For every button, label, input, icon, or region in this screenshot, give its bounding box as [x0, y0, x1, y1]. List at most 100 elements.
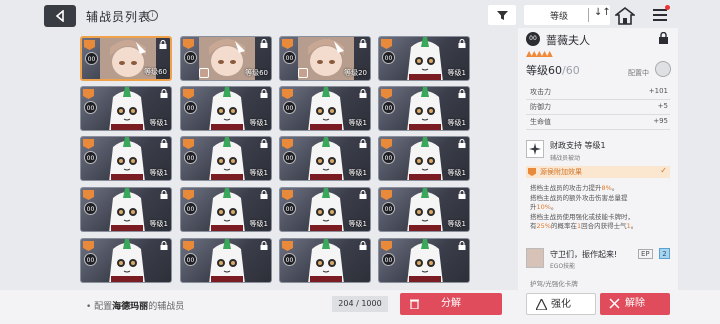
rank-emblem-icon [381, 39, 392, 49]
lock-icon[interactable] [159, 40, 167, 49]
card-level: 等级1 [348, 119, 367, 127]
card-rank-label: 00 [382, 202, 395, 215]
lock-icon[interactable] [458, 190, 466, 199]
support-card[interactable]: 00 等级1 [180, 136, 272, 181]
card-rank-label: 00 [184, 202, 197, 215]
support-card[interactable]: 00 [279, 238, 371, 283]
sort-select[interactable]: 等级 ↓↑ [524, 5, 611, 25]
rank-emblem-icon [282, 241, 293, 251]
card-rank-label: 00 [184, 151, 197, 164]
lock-icon[interactable] [260, 241, 268, 250]
card-level: 等级1 [348, 220, 367, 228]
lock-icon[interactable] [359, 89, 367, 98]
rank-emblem-icon [83, 241, 94, 251]
lock-icon[interactable] [160, 89, 168, 98]
ego-skill-subtitle: EGO技能 [550, 263, 576, 270]
lock-icon[interactable] [160, 241, 168, 250]
support-card[interactable]: 00 等级1 [80, 187, 172, 232]
rank-emblem-icon [83, 190, 94, 200]
skill-subtitle: 辅战员被动 [550, 155, 581, 162]
dismantle-button[interactable]: 分解 [400, 293, 502, 315]
level-max: /60 [562, 64, 580, 77]
support-card[interactable]: 00 等级1 [180, 86, 272, 131]
lock-icon[interactable] [359, 39, 367, 48]
rank-emblem-icon [183, 241, 194, 251]
character-portrait [109, 137, 145, 180]
card-rank-label: 00 [85, 52, 98, 65]
assigned-avatar [655, 61, 671, 77]
support-card[interactable]: 00 等级1 [180, 187, 272, 232]
support-card[interactable]: 00 等级1 [80, 86, 172, 131]
source-effect-bar[interactable]: 源侯附加效果 ✓ [526, 166, 670, 178]
support-card[interactable]: 00 等级1 [378, 136, 470, 181]
remove-label: 解除 [625, 298, 645, 309]
filter-button[interactable] [488, 5, 516, 25]
support-card[interactable]: 00 [80, 238, 172, 283]
support-card[interactable]: 00 等级60 [180, 36, 272, 81]
card-rank-label: 00 [283, 202, 296, 215]
sort-order-icon[interactable]: ↓↑ [594, 7, 611, 18]
support-card[interactable]: 00 等级1 [378, 86, 470, 131]
character-portrait [308, 239, 344, 282]
rank-emblem-icon [282, 39, 293, 49]
info-icon[interactable]: i [147, 10, 158, 21]
rank-badge: 00 [526, 32, 540, 46]
lock-icon[interactable] [359, 190, 367, 199]
card-level: 等级1 [149, 220, 168, 228]
card-level: 等级1 [249, 119, 268, 127]
card-rank-label: 00 [184, 51, 197, 64]
lock-icon[interactable] [458, 39, 466, 48]
support-card[interactable]: 00 [180, 238, 272, 283]
desc-highlight: 25% [536, 222, 551, 230]
support-card[interactable]: 00 等级1 [378, 36, 470, 81]
support-card[interactable]: 00 等级1 [378, 187, 470, 232]
lock-icon[interactable] [458, 139, 466, 148]
home-icon[interactable] [615, 6, 635, 26]
lock-icon[interactable] [359, 241, 367, 250]
stat-row-hp: 生命值 +95 [526, 116, 670, 130]
ego-skill-icon[interactable] [526, 248, 544, 268]
card-level: 等级1 [348, 169, 367, 177]
support-card[interactable]: 00 等级20 [279, 36, 371, 81]
upgrade-icon [536, 299, 547, 310]
remove-button[interactable]: 解除 [600, 293, 670, 315]
support-card[interactable]: 00 等级1 [279, 187, 371, 232]
support-card[interactable]: 00 等级1 [279, 136, 371, 181]
card-level: 等级1 [249, 220, 268, 228]
card-level: 等级1 [249, 169, 268, 177]
back-button[interactable] [44, 5, 76, 27]
rank-emblem-icon [183, 89, 194, 99]
card-level: 等级1 [447, 220, 466, 228]
desc-text: 搭档主战员使用强化或技能卡牌时， [530, 212, 634, 221]
lock-icon[interactable] [260, 139, 268, 148]
lock-icon[interactable] [160, 190, 168, 199]
stat-label: 生命值 [530, 118, 551, 126]
card-rank-label: 00 [184, 253, 197, 266]
lock-icon[interactable] [658, 32, 669, 44]
skill-icon[interactable] [526, 140, 544, 158]
support-card[interactable]: 00 等级1 [279, 86, 371, 131]
character-name: 蔷薇夫人 [546, 34, 590, 47]
character-portrait [109, 87, 145, 130]
detail-panel: 00 蔷薇夫人 ▲▲▲▲▲ 等级60/60 配置中 攻击力 +101 防御力 +… [518, 28, 678, 290]
card-rank-label: 00 [184, 101, 197, 114]
lock-icon[interactable] [260, 39, 268, 48]
rank-emblem-icon [83, 89, 94, 99]
level-value: 等级60 [526, 64, 562, 77]
desc-text: 的概率在 [550, 222, 577, 230]
support-card[interactable]: 00 等级60 [80, 36, 172, 81]
card-level: 等级60 [144, 68, 167, 76]
lock-icon[interactable] [458, 89, 466, 98]
lock-icon[interactable] [160, 139, 168, 148]
lock-icon[interactable] [458, 241, 466, 250]
lock-icon[interactable] [260, 190, 268, 199]
skill-title: 财政支持 等级1 [550, 141, 606, 150]
lock-icon[interactable] [260, 89, 268, 98]
support-card[interactable]: 00 等级1 [80, 136, 172, 181]
source-label: 源侯附加效果 [540, 168, 582, 176]
support-card[interactable]: 00 [378, 238, 470, 283]
rank-emblem-icon [381, 190, 392, 200]
lock-icon[interactable] [359, 139, 367, 148]
enhance-button[interactable]: 强化 [526, 293, 596, 315]
source-icon [528, 168, 536, 176]
